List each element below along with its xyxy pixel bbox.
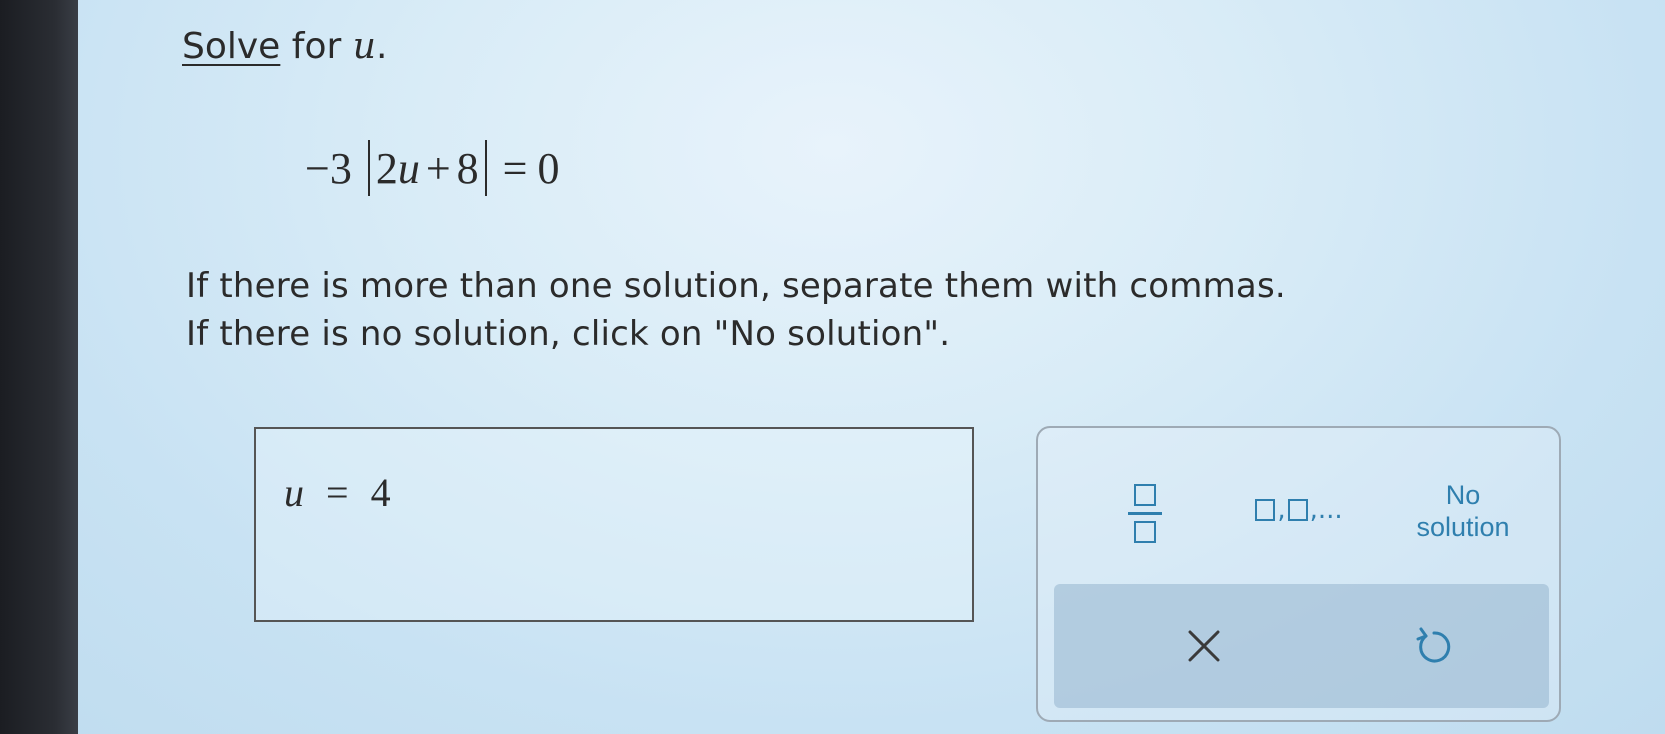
equation-rhs: 0 — [537, 143, 560, 193]
solve-link[interactable]: Solve — [182, 26, 280, 67]
answer-input[interactable]: u = 4 — [254, 427, 974, 622]
equation-inner-var: u — [397, 143, 420, 193]
fraction-numerator-box-icon — [1134, 483, 1156, 506]
close-icon — [1188, 630, 1220, 662]
prompt-variable: u — [352, 26, 376, 67]
list-suffix: ,... — [1309, 495, 1343, 525]
fraction-bar-icon — [1128, 511, 1162, 515]
equation-plus: + — [425, 143, 451, 193]
instruction-line-1: If there is more than one solution, sepa… — [186, 266, 1286, 306]
list-box-icon-2 — [1287, 499, 1308, 521]
instructions: If there is more than one solution, sepa… — [186, 262, 1286, 358]
equation-coefficient: −3 — [305, 143, 352, 193]
list-box-icon-1 — [1255, 499, 1276, 521]
list-comma: , — [1277, 495, 1286, 525]
answer-equals: = — [326, 470, 349, 515]
prompt-period: . — [375, 26, 388, 67]
answer-value: 4 — [370, 470, 391, 515]
math-keypad: ,,... No solution — [1036, 426, 1561, 722]
answer-variable: u — [284, 470, 304, 515]
solution-list-button[interactable]: ,,... — [1234, 480, 1364, 540]
no-solution-line-1: No — [1445, 480, 1481, 510]
undo-button[interactable] — [1384, 606, 1484, 686]
monitor-bezel — [0, 0, 78, 734]
fraction-button[interactable] — [1100, 468, 1190, 558]
undo-icon — [1416, 627, 1451, 663]
clear-button[interactable] — [1154, 606, 1254, 686]
no-solution-button[interactable]: No solution — [1388, 470, 1538, 552]
equation-inner-const: 8 — [456, 143, 479, 193]
absolute-value: 2u + 8 — [362, 140, 493, 196]
prompt-text: for — [291, 26, 342, 67]
problem-prompt: Solve for u. — [182, 26, 387, 67]
equation: −3 2u + 8 = 0 — [305, 140, 559, 196]
answer-content: u = 4 — [284, 469, 391, 516]
abs-bar-right — [484, 140, 487, 196]
fraction-denominator-box-icon — [1134, 520, 1156, 543]
instruction-line-2: If there is no solution, click on "No so… — [186, 314, 951, 354]
equation-equals: = — [502, 143, 528, 193]
no-solution-line-2: solution — [1416, 512, 1510, 542]
equation-inner-coef: 2 — [375, 143, 398, 193]
abs-bar-left — [367, 140, 370, 196]
keypad-action-bar — [1054, 584, 1549, 708]
